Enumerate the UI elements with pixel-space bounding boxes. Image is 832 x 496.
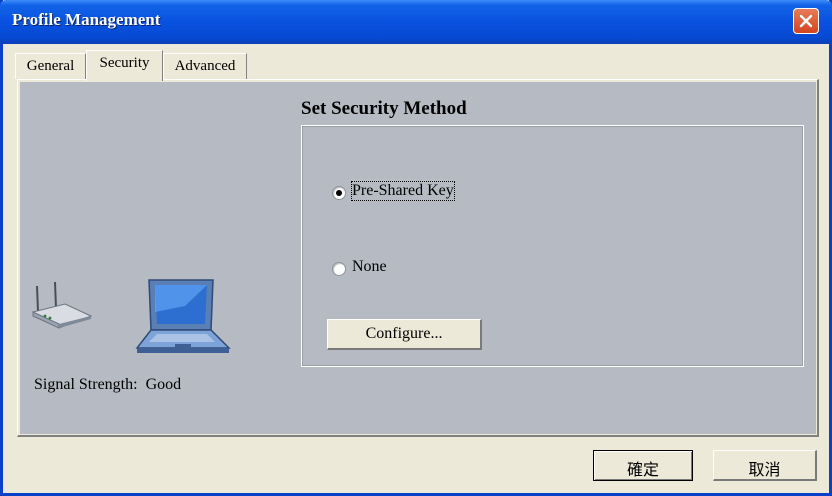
window-title: Profile Management [12,10,161,29]
tab-general[interactable]: General [15,53,86,79]
tab-general-label: General [26,58,75,74]
title-bar: Profile Management [0,0,832,44]
tab-advanced-label: Advanced [174,58,236,74]
tab-security[interactable]: Security [86,50,163,81]
pre-shared-key-radio[interactable] [332,186,346,200]
tab-security-label: Security [99,55,150,71]
signal-strength: Signal Strength: Good [34,376,181,394]
signal-strength-label: Signal Strength: [34,376,138,393]
router-icon [31,282,93,329]
tab-advanced[interactable]: Advanced [163,53,247,79]
pre-shared-key-label[interactable]: Pre-Shared Key [351,181,455,201]
none-label[interactable]: None [352,258,387,276]
close-button[interactable] [793,8,819,34]
profile-management-window: Profile Management General Security Adva… [0,0,832,496]
cancel-button[interactable]: 取消 [713,450,817,481]
close-icon [799,14,813,28]
section-title: Set Security Method [301,98,467,119]
configure-button[interactable]: Configure... [327,319,482,350]
signal-strength-value: Good [145,376,182,393]
none-radio[interactable] [332,262,346,276]
laptop-icon [135,279,231,353]
ok-button[interactable]: 確定 [593,450,693,481]
